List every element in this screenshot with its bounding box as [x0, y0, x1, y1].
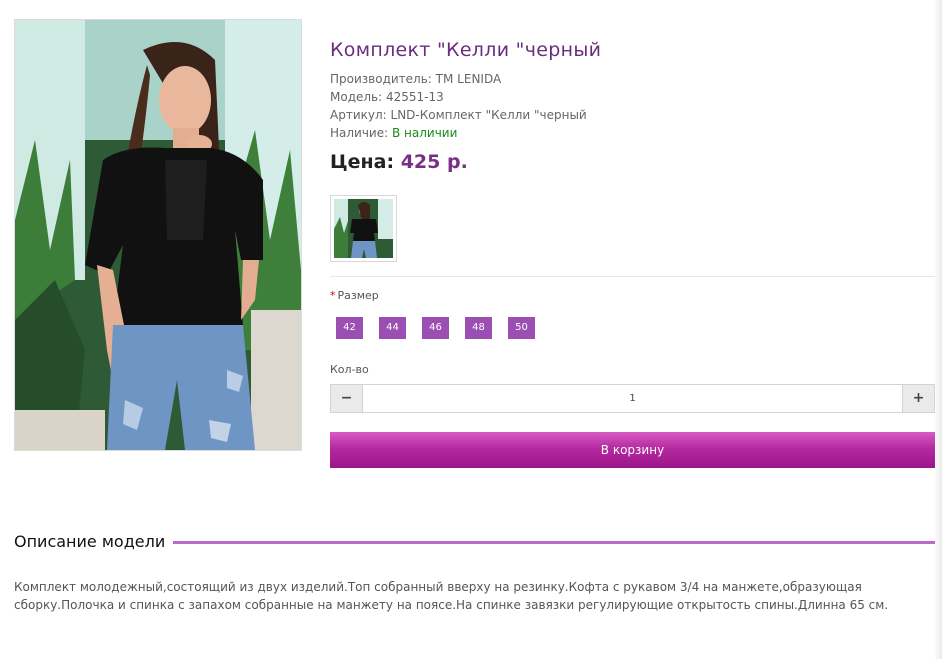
product-title: Комплект "Келли "черный — [330, 39, 602, 61]
quantity-increase-button[interactable]: + — [902, 385, 934, 412]
quantity-stepper: − + — [330, 384, 935, 413]
spec-manufacturer: Производитель: TM LENIDA — [330, 70, 935, 88]
description-text: Комплект молодежный,состоящий из двух из… — [14, 580, 889, 612]
required-mark: * — [330, 289, 336, 302]
size-option-50[interactable]: 50 — [508, 317, 535, 339]
spec-availability: Наличие: В наличии — [330, 124, 935, 142]
size-option-42[interactable]: 42 — [336, 317, 363, 339]
spec-sku-label: Артикул: — [330, 108, 387, 122]
plus-icon: + — [912, 390, 925, 406]
spec-model-label: Модель: — [330, 90, 383, 104]
product-specs: Производитель: TM LENIDA Модель: 42551-1… — [330, 70, 935, 142]
price-row: Цена: 425 р. — [330, 149, 935, 175]
product-thumbnail[interactable] — [330, 195, 397, 262]
spec-sku: Артикул: LND-Комплект "Келли "черный — [330, 106, 935, 124]
spec-manufacturer-label: Производитель: — [330, 72, 432, 86]
spec-manufacturer-value[interactable]: TM LENIDA — [436, 72, 502, 86]
description-title: Описание модели — [14, 532, 166, 551]
size-option-48[interactable]: 48 — [465, 317, 492, 339]
size-option-46[interactable]: 46 — [422, 317, 449, 339]
spec-model: Модель: 42551-13 — [330, 88, 935, 106]
product-photo-illustration — [15, 20, 301, 450]
size-option-44[interactable]: 44 — [379, 317, 406, 339]
size-label-text: Размер — [337, 289, 379, 302]
description-divider-line — [173, 541, 935, 544]
description-header: Описание модели — [14, 532, 935, 551]
add-to-cart-button[interactable]: В корзину — [330, 432, 935, 468]
price-label: Цена: — [330, 151, 395, 173]
size-options: 42 44 46 48 50 — [336, 317, 551, 339]
price-value: 425 р. — [400, 151, 468, 173]
quantity-input[interactable] — [363, 385, 902, 412]
spec-model-value: 42551-13 — [386, 90, 444, 104]
quantity-decrease-button[interactable]: − — [331, 385, 363, 412]
availability-status: В наличии — [392, 126, 458, 140]
size-option-label: * Размер — [330, 289, 379, 302]
quantity-label: Кол-во — [330, 363, 369, 376]
minus-icon: − — [340, 390, 353, 406]
options-divider — [330, 276, 935, 277]
product-info-panel: Комплект "Келли "черный Производитель: T… — [330, 36, 935, 468]
page-edge-shadow — [934, 0, 942, 659]
spec-sku-value: LND-Комплект "Келли "черный — [390, 108, 587, 122]
product-main-image[interactable] — [14, 19, 302, 451]
spec-availability-label: Наличие: — [330, 126, 389, 140]
thumbnail-illustration — [334, 199, 393, 258]
